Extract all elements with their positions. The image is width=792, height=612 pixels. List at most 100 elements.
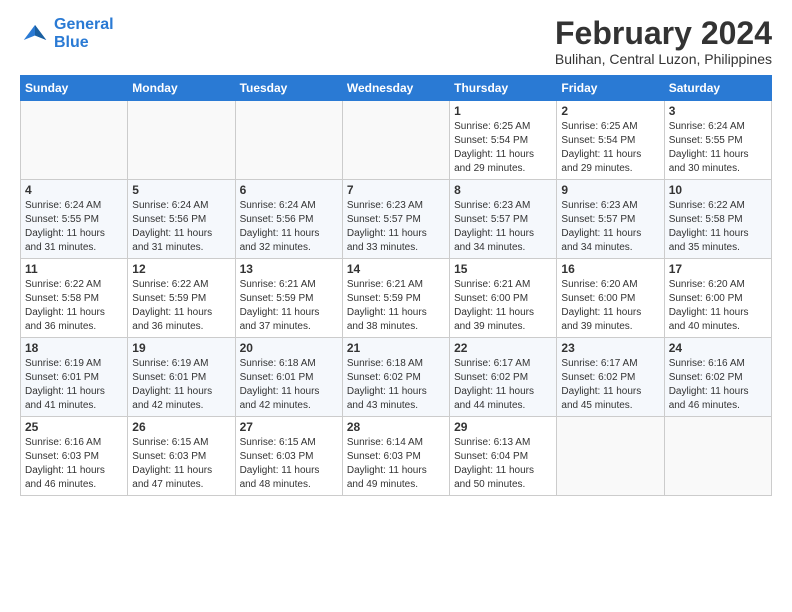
day-number: 9 — [561, 183, 659, 197]
day-number: 4 — [25, 183, 123, 197]
day-info: Sunrise: 6:18 AMSunset: 6:02 PMDaylight:… — [347, 357, 445, 413]
calendar-cell: 22 Sunrise: 6:17 AMSunset: 6:02 PMDayligh… — [450, 338, 557, 417]
calendar-cell — [557, 417, 664, 496]
calendar-header-row: SundayMondayTuesdayWednesdayThursdayFrid… — [21, 76, 772, 101]
calendar-cell — [235, 101, 342, 180]
day-number: 29 — [454, 420, 552, 434]
calendar-cell: 28 Sunrise: 6:14 AMSunset: 6:03 PMDayligh… — [342, 417, 449, 496]
calendar-header-wednesday: Wednesday — [342, 76, 449, 101]
day-info: Sunrise: 6:18 AMSunset: 6:01 PMDaylight:… — [240, 357, 338, 413]
month-title: February 2024 — [555, 16, 772, 51]
day-number: 15 — [454, 262, 552, 276]
day-number: 1 — [454, 104, 552, 118]
day-info: Sunrise: 6:23 AMSunset: 5:57 PMDaylight:… — [454, 199, 552, 255]
day-number: 12 — [132, 262, 230, 276]
calendar-table: SundayMondayTuesdayWednesdayThursdayFrid… — [20, 75, 772, 496]
calendar-week-row: 1 Sunrise: 6:25 AMSunset: 5:54 PMDaylight… — [21, 101, 772, 180]
day-info: Sunrise: 6:19 AMSunset: 6:01 PMDaylight:… — [25, 357, 123, 413]
calendar-cell: 15Sunrise: 6:21 AMSunset: 6:00 PMDayligh… — [450, 259, 557, 338]
day-info: Sunrise: 6:15 AMSunset: 6:03 PMDaylight:… — [132, 436, 230, 492]
calendar-header-tuesday: Tuesday — [235, 76, 342, 101]
day-info: Sunrise: 6:20 AMSunset: 6:00 PMDaylight:… — [561, 278, 659, 334]
calendar-header-friday: Friday — [557, 76, 664, 101]
day-number: 7 — [347, 183, 445, 197]
calendar-cell — [664, 417, 771, 496]
calendar-cell: 1Sunrise: 6:25 AMSunset: 5:54 PMDaylight… — [450, 101, 557, 180]
calendar-week-row: 25Sunrise: 6:16 AMSunset: 6:03 PMDayligh… — [21, 417, 772, 496]
day-info: Sunrise: 6:14 AMSunset: 6:03 PMDaylight:… — [347, 436, 445, 492]
day-number: 19 — [132, 341, 230, 355]
calendar-cell: 25Sunrise: 6:16 AMSunset: 6:03 PMDayligh… — [21, 417, 128, 496]
calendar-week-row: 11 Sunrise: 6:22 AMSunset: 5:58 PMDayligh… — [21, 259, 772, 338]
calendar-cell: 26 Sunrise: 6:15 AMSunset: 6:03 PMDayligh… — [128, 417, 235, 496]
calendar-header-thursday: Thursday — [450, 76, 557, 101]
calendar-cell: 10 Sunrise: 6:22 AMSunset: 5:58 PMDayligh… — [664, 180, 771, 259]
calendar-cell: 27 Sunrise: 6:15 AMSunset: 6:03 PMDayligh… — [235, 417, 342, 496]
day-number: 22 — [454, 341, 552, 355]
calendar-cell — [128, 101, 235, 180]
day-number: 10 — [669, 183, 767, 197]
day-info: Sunrise: 6:17 AMSunset: 6:02 PMDaylight:… — [561, 357, 659, 413]
day-info: Sunrise: 6:23 AMSunset: 5:57 PMDaylight:… — [561, 199, 659, 255]
day-number: 14 — [347, 262, 445, 276]
calendar-cell: 11 Sunrise: 6:22 AMSunset: 5:58 PMDayligh… — [21, 259, 128, 338]
calendar-week-row: 4Sunrise: 6:24 AMSunset: 5:55 PMDaylight… — [21, 180, 772, 259]
day-number: 13 — [240, 262, 338, 276]
day-number: 11 — [25, 262, 123, 276]
day-info: Sunrise: 6:22 AMSunset: 5:58 PMDaylight:… — [669, 199, 767, 255]
calendar-cell: 7 Sunrise: 6:23 AMSunset: 5:57 PMDaylight… — [342, 180, 449, 259]
day-info: Sunrise: 6:21 AMSunset: 5:59 PMDaylight:… — [240, 278, 338, 334]
calendar-cell: 12 Sunrise: 6:22 AMSunset: 5:59 PMDayligh… — [128, 259, 235, 338]
day-info: Sunrise: 6:20 AMSunset: 6:00 PMDaylight:… — [669, 278, 767, 334]
calendar-cell: 18 Sunrise: 6:19 AMSunset: 6:01 PMDayligh… — [21, 338, 128, 417]
day-info: Sunrise: 6:19 AMSunset: 6:01 PMDaylight:… — [132, 357, 230, 413]
calendar-cell — [21, 101, 128, 180]
header: General Blue February 2024 Bulihan, Cent… — [20, 16, 772, 67]
day-info: Sunrise: 6:13 AMSunset: 6:04 PMDaylight:… — [454, 436, 552, 492]
day-number: 28 — [347, 420, 445, 434]
day-number: 6 — [240, 183, 338, 197]
day-info: Sunrise: 6:21 AMSunset: 5:59 PMDaylight:… — [347, 278, 445, 334]
day-number: 5 — [132, 183, 230, 197]
calendar-cell: 3Sunrise: 6:24 AMSunset: 5:55 PMDaylight… — [664, 101, 771, 180]
day-info: Sunrise: 6:15 AMSunset: 6:03 PMDaylight:… — [240, 436, 338, 492]
calendar-cell: 29 Sunrise: 6:13 AMSunset: 6:04 PMDayligh… — [450, 417, 557, 496]
calendar-cell: 4Sunrise: 6:24 AMSunset: 5:55 PMDaylight… — [21, 180, 128, 259]
day-info: Sunrise: 6:22 AMSunset: 5:58 PMDaylight:… — [25, 278, 123, 334]
day-number: 16 — [561, 262, 659, 276]
calendar-header-saturday: Saturday — [664, 76, 771, 101]
calendar-cell: 19 Sunrise: 6:19 AMSunset: 6:01 PMDayligh… — [128, 338, 235, 417]
day-number: 17 — [669, 262, 767, 276]
day-info: Sunrise: 6:22 AMSunset: 5:59 PMDaylight:… — [132, 278, 230, 334]
day-info: Sunrise: 6:25 AMSunset: 5:54 PMDaylight:… — [561, 120, 659, 176]
day-info: Sunrise: 6:16 AMSunset: 6:03 PMDaylight:… — [25, 436, 123, 492]
day-number: 21 — [347, 341, 445, 355]
calendar-cell: 8 Sunrise: 6:23 AMSunset: 5:57 PMDaylight… — [450, 180, 557, 259]
calendar-week-row: 18 Sunrise: 6:19 AMSunset: 6:01 PMDayligh… — [21, 338, 772, 417]
title-block: February 2024 Bulihan, Central Luzon, Ph… — [555, 16, 772, 67]
logo-blue: Blue — [54, 34, 89, 51]
day-number: 24 — [669, 341, 767, 355]
day-info: Sunrise: 6:23 AMSunset: 5:57 PMDaylight:… — [347, 199, 445, 255]
calendar-cell: 6 Sunrise: 6:24 AMSunset: 5:56 PMDaylight… — [235, 180, 342, 259]
logo: General Blue — [20, 16, 114, 52]
logo-general: General — [54, 16, 114, 33]
day-info: Sunrise: 6:24 AMSunset: 5:56 PMDaylight:… — [132, 199, 230, 255]
calendar-cell: 16 Sunrise: 6:20 AMSunset: 6:00 PMDayligh… — [557, 259, 664, 338]
day-info: Sunrise: 6:17 AMSunset: 6:02 PMDaylight:… — [454, 357, 552, 413]
day-number: 27 — [240, 420, 338, 434]
day-number: 18 — [25, 341, 123, 355]
logo-icon — [20, 19, 50, 49]
calendar-cell: 20Sunrise: 6:18 AMSunset: 6:01 PMDayligh… — [235, 338, 342, 417]
calendar-cell: 23 Sunrise: 6:17 AMSunset: 6:02 PMDayligh… — [557, 338, 664, 417]
day-number: 26 — [132, 420, 230, 434]
calendar-cell: 2 Sunrise: 6:25 AMSunset: 5:54 PMDaylight… — [557, 101, 664, 180]
day-info: Sunrise: 6:24 AMSunset: 5:56 PMDaylight:… — [240, 199, 338, 255]
calendar-cell: 9 Sunrise: 6:23 AMSunset: 5:57 PMDaylight… — [557, 180, 664, 259]
calendar-cell — [342, 101, 449, 180]
calendar-cell: 5 Sunrise: 6:24 AMSunset: 5:56 PMDaylight… — [128, 180, 235, 259]
location: Bulihan, Central Luzon, Philippines — [555, 51, 772, 67]
day-number: 2 — [561, 104, 659, 118]
day-number: 23 — [561, 341, 659, 355]
day-number: 8 — [454, 183, 552, 197]
